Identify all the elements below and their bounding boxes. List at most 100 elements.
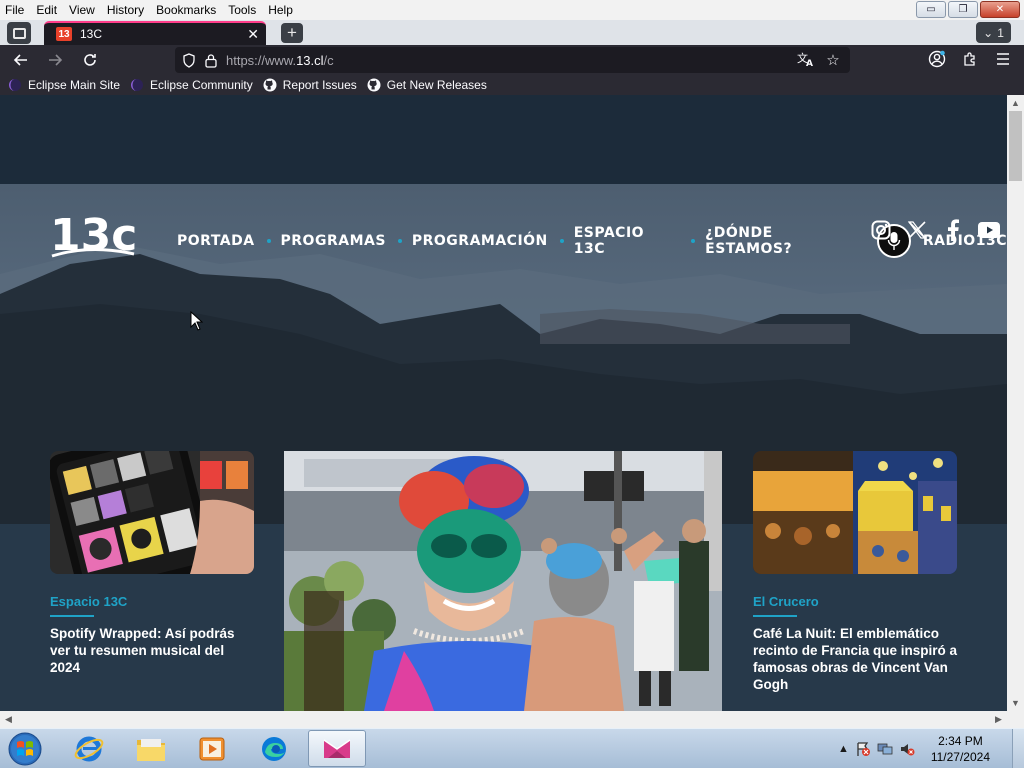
network-icon[interactable] (877, 741, 893, 757)
address-bar[interactable]: https://www.13.cl/c 文A ☆ (175, 47, 850, 73)
taskbar-media-player[interactable] (183, 730, 241, 767)
category-underline (753, 615, 797, 617)
tab-count: 1 (997, 25, 1004, 40)
eclipse-icon (131, 78, 144, 91)
show-desktop-button[interactable] (1012, 729, 1024, 768)
menu-help[interactable]: Help (262, 0, 299, 20)
menu-edit[interactable]: Edit (30, 0, 63, 20)
new-tab-button[interactable]: + (281, 23, 303, 43)
url-text: https://www.13.cl/c (226, 52, 334, 68)
menu-tools[interactable]: Tools (222, 0, 262, 20)
menu-hamburger-icon[interactable] (992, 48, 1014, 70)
nav-programas[interactable]: PROGRAMAS (281, 233, 386, 249)
clock-time: 2:34 PM (938, 734, 983, 748)
article-category[interactable]: El Crucero (753, 594, 958, 609)
bookmark-eclipse-main-site[interactable]: Eclipse Main Site (8, 78, 120, 92)
spotify-phone-image[interactable] (50, 451, 254, 574)
close-window-button[interactable]: ✕ (980, 1, 1020, 18)
browser-app-icon (323, 738, 351, 758)
reload-button[interactable] (78, 48, 102, 72)
system-tray: ▲ 2:34 PM 11/27/2024 (838, 729, 1024, 768)
social-links (870, 219, 1000, 241)
volume-muted-icon[interactable] (899, 741, 915, 757)
13c-logo[interactable]: 13c (50, 206, 140, 261)
horizontal-scrollbar[interactable]: ◀ ▶ (0, 711, 1007, 728)
cafe-terrace-painting-image[interactable] (753, 451, 957, 574)
nav-separator-dot (559, 239, 564, 243)
lock-icon[interactable] (204, 53, 218, 68)
system-clock[interactable]: 2:34 PM 11/27/2024 (931, 733, 990, 765)
start-button[interactable] (6, 731, 44, 767)
bookmark-report-issues[interactable]: Report Issues (263, 78, 357, 92)
nav-separator-dot (397, 239, 402, 243)
instagram-icon[interactable] (870, 219, 892, 241)
menu-bar: File Edit View History Bookmarks Tools H… (0, 0, 1024, 20)
nav-donde-estamos[interactable]: ¿DÓNDE ESTAMOS? (705, 225, 863, 257)
account-icon[interactable] (926, 48, 948, 70)
scroll-right-arrow-icon[interactable]: ▶ (990, 711, 1007, 728)
nav-separator-dot (266, 239, 271, 243)
action-center-flag-icon[interactable] (855, 741, 871, 757)
list-all-tabs-button[interactable]: ⌄ 1 (976, 22, 1011, 43)
github-icon (367, 78, 381, 91)
article-category[interactable]: Espacio 13C (50, 594, 255, 609)
close-tab-icon[interactable]: ✕ (247, 26, 259, 43)
x-icon[interactable] (906, 219, 928, 241)
tracking-protection-shield-icon[interactable] (182, 52, 196, 68)
menu-file[interactable]: File (0, 0, 30, 20)
navigation-toolbar: https://www.13.cl/c 文A ☆ (0, 45, 1024, 74)
internet-explorer-icon (74, 736, 104, 761)
nav-espacio-13c[interactable]: ESPACIO 13C (574, 225, 680, 257)
windows-taskbar: ▲ 2:34 PM 11/27/2024 (0, 728, 1024, 768)
article-title[interactable]: Spotify Wrapped: Así podrás ver tu resum… (50, 625, 255, 676)
scroll-left-arrow-icon[interactable]: ◀ (0, 711, 17, 728)
menu-view[interactable]: View (63, 0, 101, 20)
bookmark-star-icon[interactable]: ☆ (824, 51, 842, 71)
taskbar-edge[interactable] (245, 730, 303, 767)
bookmark-get-new-releases[interactable]: Get New Releases (367, 78, 487, 92)
article-title[interactable]: Café La Nuit: El emblemático recinto de … (753, 625, 958, 693)
extensions-icon[interactable] (959, 48, 981, 70)
clock-date: 11/27/2024 (930, 750, 990, 764)
facebook-icon[interactable] (942, 219, 964, 241)
category-underline (50, 615, 94, 617)
youtube-icon[interactable] (978, 219, 1000, 241)
show-hidden-icons-icon[interactable]: ▲ (838, 743, 849, 755)
vertical-scrollbar[interactable]: ▲ ▼ (1007, 95, 1024, 711)
arrow-left-icon (13, 54, 27, 66)
firefox-view-button[interactable] (7, 22, 31, 44)
menu-history[interactable]: History (101, 0, 150, 20)
tab-13c[interactable]: 13 13C ✕ (44, 21, 266, 45)
taskbar-firefox-developer[interactable] (308, 730, 366, 767)
ad-banner-area (0, 95, 1007, 184)
reload-icon (84, 54, 96, 66)
chevron-down-icon: ⌄ (983, 25, 994, 40)
13c-favicon-icon: 13 (56, 27, 72, 41)
svg-text:A: A (806, 59, 813, 67)
folder-icon (137, 738, 165, 761)
restore-button[interactable]: ❐ (948, 1, 978, 18)
tab-title: 13C (80, 27, 103, 41)
bookmark-eclipse-community[interactable]: Eclipse Community (130, 78, 253, 92)
article-card-cafe-la-nuit[interactable]: El Crucero Café La Nuit: El emblemático … (753, 451, 958, 693)
media-player-icon (199, 737, 225, 760)
taskbar-file-explorer[interactable] (122, 730, 180, 767)
back-button[interactable] (9, 48, 33, 72)
scroll-down-arrow-icon[interactable]: ▼ (1007, 695, 1024, 711)
bookmarks-toolbar: Eclipse Main Site Eclipse Community Repo… (0, 74, 1024, 95)
translate-icon[interactable]: 文A (796, 51, 814, 71)
scroll-up-arrow-icon[interactable]: ▲ (1007, 95, 1024, 111)
forward-button[interactable] (43, 48, 67, 72)
tab-strip: 13 13C ✕ + ⌄ 1 (0, 20, 1024, 45)
article-card-spotify[interactable]: Espacio 13C Spotify Wrapped: Así podrás … (50, 451, 255, 676)
firefox-view-icon (12, 27, 26, 39)
featured-festival-image[interactable] (284, 451, 722, 711)
menu-bookmarks[interactable]: Bookmarks (150, 0, 222, 20)
nav-portada[interactable]: PORTADA (177, 233, 255, 249)
nav-programacion[interactable]: PROGRAMACIÓN (412, 233, 548, 249)
arrow-right-icon (49, 54, 63, 66)
minimize-button[interactable]: ▭ (916, 1, 946, 18)
mouse-cursor-icon (190, 311, 203, 331)
taskbar-internet-explorer[interactable] (60, 730, 118, 767)
scrollbar-thumb[interactable] (1009, 111, 1022, 181)
